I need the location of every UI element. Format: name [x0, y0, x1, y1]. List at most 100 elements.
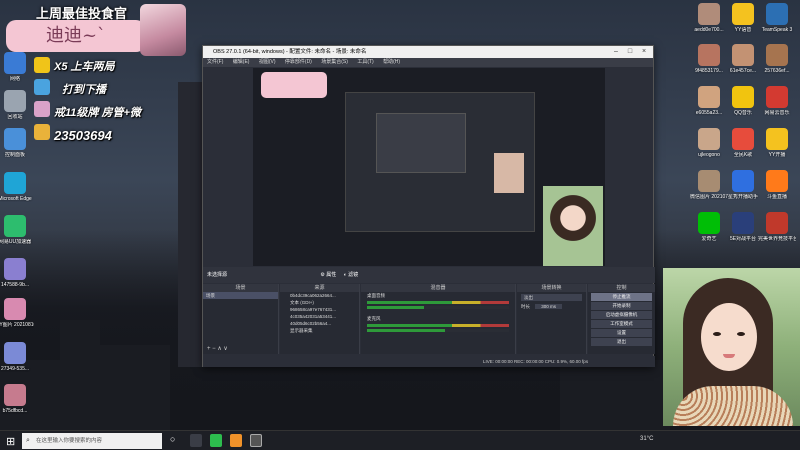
- desktop-icon[interactable]: 斗鱼直播: [758, 170, 796, 200]
- obs-taskbar-icon[interactable]: [250, 434, 262, 447]
- scene-dock-controls[interactable]: + − ∧ ∨: [207, 345, 228, 352]
- stop-stream-button[interactable]: 停止推流: [591, 293, 652, 301]
- minimize-icon[interactable]: –: [609, 46, 623, 58]
- mixer-dock-header: 混音器: [361, 284, 515, 292]
- tag-icon: [34, 101, 50, 117]
- desktop-icon[interactable]: 9f4853179...: [690, 44, 728, 74]
- source-item[interactable]: 40d05d6c02b56a4...: [280, 320, 359, 327]
- taskbar-app-icon[interactable]: [190, 434, 202, 447]
- desktop-icon[interactable]: TeamSpeak 3: [758, 3, 796, 33]
- desktop-icon[interactable]: 微信图片 2021070...: [690, 170, 728, 200]
- desktop-icon[interactable]: 爱奇艺: [690, 212, 728, 242]
- exit-button[interactable]: 退出: [591, 338, 652, 346]
- file-icon: [4, 258, 26, 280]
- yy-taskbar-icon[interactable]: [230, 434, 242, 447]
- scene-item[interactable]: 场景: [203, 292, 278, 299]
- desktop-icon-label: YY开播: [768, 152, 786, 158]
- desktop-icon-label: b75dfbcd...: [2, 408, 28, 414]
- transition-select[interactable]: 淡出: [521, 294, 582, 301]
- desktop-icon[interactable]: 147588-9b...: [0, 258, 34, 288]
- windows-start-icon[interactable]: ⊞: [6, 435, 15, 448]
- desktop-icon[interactable]: Microsoft Edge: [0, 172, 34, 202]
- mic-audio-slider[interactable]: [367, 329, 509, 332]
- image-icon: [698, 86, 720, 108]
- menu-docks[interactable]: 停靠部件(D): [285, 59, 312, 65]
- desktop-icon[interactable]: e6055a23...: [690, 86, 728, 116]
- webcam-feed: [663, 268, 800, 426]
- source-item[interactable]: 4c035a42031a53441...: [280, 313, 359, 320]
- desktop-icon[interactable]: 网易UU加速器: [0, 215, 34, 245]
- desktop-icon-label: 网络: [9, 76, 20, 82]
- desktop-icon-label: 9f4853179...: [695, 68, 723, 74]
- filter-icon[interactable]: ◐: [344, 272, 347, 278]
- desktop-icon[interactable]: 控制面板: [0, 128, 34, 158]
- start-recording-button[interactable]: 开始录制: [591, 302, 652, 310]
- menu-file[interactable]: 文件(F): [207, 59, 223, 65]
- desktop-icon[interactable]: 网络: [0, 52, 34, 82]
- taskbar: ⊞ ⌕ 在这里输入你要搜索的内容 ○ 31°C: [0, 430, 800, 450]
- gear-icon[interactable]: ⚙: [320, 272, 324, 278]
- desktop-icon[interactable]: b75dfbcd...: [0, 384, 34, 414]
- desktop-icon[interactable]: 257636ef...: [758, 44, 796, 74]
- yy-live-icon: [766, 128, 788, 150]
- wechat-icon[interactable]: [210, 434, 222, 447]
- task-view-icon[interactable]: ○: [170, 434, 182, 447]
- star-icon: [732, 170, 754, 192]
- desktop-icon[interactable]: 网易云音乐: [758, 86, 796, 116]
- desktop-icon[interactable]: ujleogono: [690, 128, 728, 158]
- obs-menu-bar: 文件(F) 编辑(E) 视图(V) 停靠部件(D) 场景集合(S) 工具(T) …: [203, 58, 653, 67]
- mixer-track-label: 桌面音频: [367, 293, 385, 298]
- obs-window[interactable]: OBS 27.0.1 (64-bit, windows) - 配置文件: 未命名…: [202, 45, 655, 367]
- menu-view[interactable]: 视图(V): [259, 59, 276, 65]
- obs-title: OBS 27.0.1 (64-bit, windows) - 配置文件: 未命名…: [213, 49, 367, 55]
- weather-temp: 31°C: [640, 436, 654, 442]
- properties-button[interactable]: 属性: [326, 272, 336, 278]
- obs-preview[interactable]: [253, 68, 605, 266]
- image-icon: [698, 128, 720, 150]
- overlay-line-1: X5 上车两局: [54, 61, 115, 73]
- source-item[interactable]: 968658ca97e767431...: [280, 306, 359, 313]
- filters-button[interactable]: 滤镜: [348, 272, 358, 278]
- desktop-icon[interactable]: 5E对战平台: [724, 212, 762, 242]
- taskbar-search-input[interactable]: ⌕ 在这里输入你要搜索的内容: [22, 433, 162, 449]
- desktop-audio-slider[interactable]: [367, 306, 509, 309]
- menu-help[interactable]: 帮助(H): [383, 59, 400, 65]
- source-item[interactable]: 文本 (GDI+): [280, 299, 359, 306]
- virtual-camera-button[interactable]: 启动虚拟摄像机: [591, 311, 652, 319]
- desktop-icon[interactable]: YY开播: [758, 128, 796, 158]
- settings-button[interactable]: 设置: [591, 329, 652, 337]
- desktop-icon[interactable]: YY语音: [724, 3, 762, 33]
- source-item[interactable]: 0b4dc39ca062a2664...: [280, 292, 359, 299]
- studio-mode-button[interactable]: 工作室模式: [591, 320, 652, 328]
- desktop-icon[interactable]: 完美世界竞技平台: [758, 212, 796, 242]
- desktop-icon[interactable]: 61e457ce...: [724, 44, 762, 74]
- image-icon: [732, 44, 754, 66]
- 5e-icon: [732, 212, 754, 234]
- source-item[interactable]: 显示器采集: [280, 327, 359, 334]
- desktop-icon[interactable]: aedd0e700...: [690, 3, 728, 33]
- obs-title-bar[interactable]: OBS 27.0.1 (64-bit, windows) - 配置文件: 未命名…: [203, 46, 653, 58]
- mixer-dock: 混音器 桌面音频 麦克风: [361, 284, 516, 354]
- iqiyi-icon: [698, 212, 720, 234]
- control-panel-icon: [4, 128, 26, 150]
- desktop-icon-label: YY语音: [734, 27, 752, 33]
- perfect-world-icon: [766, 212, 788, 234]
- duration-input[interactable]: 300 ms: [535, 304, 563, 309]
- desktop-icon[interactable]: YY图片 20210810...: [0, 298, 34, 328]
- desktop-icon[interactable]: 27349-535...: [0, 342, 34, 372]
- maximize-icon[interactable]: □: [623, 46, 637, 58]
- desktop-icon[interactable]: 星秀开播助手: [724, 170, 762, 200]
- obs-source-toolbar: 未选择源 ⚙ 属性 ◐ 滤镜: [203, 267, 655, 283]
- close-icon[interactable]: ×: [637, 46, 651, 58]
- menu-edit[interactable]: 编辑(E): [233, 59, 250, 65]
- desktop-icon[interactable]: 回收站: [0, 90, 34, 120]
- menu-scene-collection[interactable]: 场景集合(S): [321, 59, 348, 65]
- desktop-icon[interactable]: 全民K歌: [724, 128, 762, 158]
- desktop-icon-label: e6055a23...: [695, 110, 723, 116]
- desktop-icon[interactable]: QQ音乐: [724, 86, 762, 116]
- menu-tools[interactable]: 工具(T): [357, 59, 373, 65]
- preview-nested-screen: [345, 92, 535, 232]
- search-placeholder: 在这里输入你要搜索的内容: [36, 438, 103, 444]
- image-icon: [4, 384, 26, 406]
- image-icon: [698, 44, 720, 66]
